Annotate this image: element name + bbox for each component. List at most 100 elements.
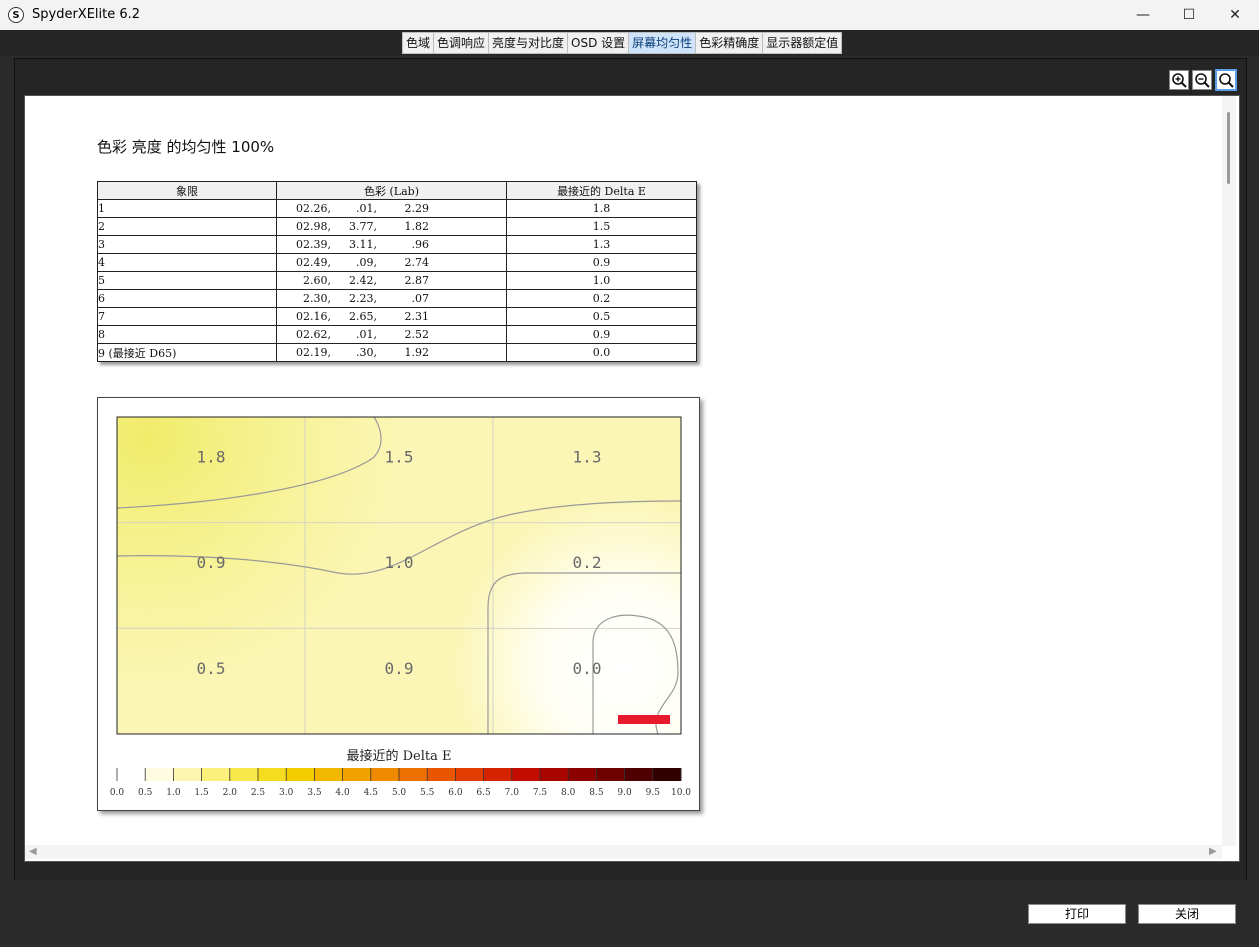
lab-component: .01, [356,202,377,215]
close-button[interactable]: 关闭 [1138,904,1236,924]
col-header-lab: 色彩 (Lab) [276,181,507,200]
lab-component: 2.23, [349,292,377,305]
tab-2[interactable]: 亮度与对比度 [489,33,569,53]
lab-table: 象限 色彩 (Lab) 最接近的 Delta E 1 02.26, .01, 2.29… [97,181,697,362]
table-header-row: 象限 色彩 (Lab) 最接近的 Delta E [97,181,697,200]
cell-value-label: 1.5 [385,447,414,466]
cell-value-label: 0.2 [573,553,602,572]
vertical-scroll-thumb[interactable] [1227,112,1230,184]
close-window-button[interactable]: ✕ [1212,0,1258,30]
scale-swatch [540,768,569,781]
lab-cell: 2.60, 2.42, 2.87 [276,271,507,290]
scale-swatch [455,768,485,781]
report-title: 色彩 亮度 的均匀性 100% [97,138,275,156]
tab-6[interactable]: 显示器额定值 [763,33,841,53]
scale-tick-label: 9.5 [646,788,661,798]
delta-e-cell: 0.9 [506,325,697,344]
zoom-fit-button[interactable] [1215,69,1237,91]
maximize-button[interactable]: ☐ [1166,0,1212,30]
vertical-scrollbar[interactable] [1222,96,1236,846]
delta-e-cell: 1.3 [506,235,697,254]
scale-tick-label: 2.5 [251,788,266,798]
lab-component: 02.19, [296,346,331,359]
quadrant-cell: 2 [97,217,277,236]
window-title: SpyderXElite 6.2 [32,7,141,22]
table-row: 8 02.62, .01, 2.52 0.9 [97,325,697,344]
scale-tick-label: 8.0 [561,788,576,798]
delta-e-cell: 1.8 [506,199,697,218]
lab-component: 2.87 [404,274,430,287]
col-header-quadrant: 象限 [97,181,277,200]
scale-label: 最接近的 Delta E [346,748,451,764]
scale-tick-label: 9.0 [617,788,632,798]
color-scale: 0.0 0.5 1.0 1.5 2.0 2.5 3.0 3.5 4.0 4.5 5.0 5.5 6.0 6… [110,768,691,798]
scale-tick-label: 1.0 [166,788,181,798]
report-page: 色彩 亮度 的均匀性 100% 象限 色彩 (Lab) 最接近的 Delta E… [24,95,1240,862]
tab-1[interactable]: 色调响应 [434,33,490,53]
uniformity-chart: 1.8 1.5 1.3 0.9 1.0 0.2 0.5 0.9 0.0 最接近的 Delta E… [97,397,700,811]
zoom-fit-icon [1219,73,1234,88]
lab-component: 2.29 [404,202,430,215]
reference-marker [618,715,670,724]
scale-tick-label: 6.5 [476,788,491,798]
scale-tick-label: 5.0 [392,788,407,798]
horizontal-scrollbar[interactable]: ◀ ▶ [25,845,1222,859]
lab-component: .96 [411,238,430,251]
scale-tick-label: 8.5 [589,788,604,798]
lab-component: 02.62, [296,328,331,341]
table-row: 9 (最接近 D65) 02.19, .30, 1.92 0.0 [97,343,697,362]
scale-swatch [511,768,541,781]
scale-swatch [201,768,231,781]
delta-e-cell: 0.0 [506,343,697,362]
quadrant-cell: 8 [97,325,277,344]
delta-e-cell: 0.9 [506,253,697,272]
scale-swatch [652,768,682,781]
lab-component: 1.82 [404,220,430,233]
zoom-in-button[interactable] [1169,70,1189,90]
scale-swatch [342,768,372,781]
minimize-button[interactable]: — [1120,0,1166,30]
quadrant-cell: 7 [97,307,277,326]
table-row: 3 02.39, 3.11, .96 1.3 [97,235,697,254]
zoom-out-icon [1195,73,1210,88]
scale-tick-label: 7.0 [505,788,520,798]
footer-bar: 打印 关闭 [0,880,1259,947]
tab-4[interactable]: 屏幕均匀性 [629,33,697,53]
scale-swatch [596,768,626,781]
scroll-left-icon[interactable]: ◀ [29,845,37,859]
tab-strip: 色域 色调响应 亮度与对比度 OSD 设置 屏幕均匀性 色彩精确度 显示器额定值 [402,32,843,54]
delta-e-cell: 0.2 [506,289,697,308]
scale-tick-label: 0.0 [110,788,125,798]
tab-5[interactable]: 色彩精确度 [696,33,764,53]
lab-component: 1.92 [404,346,430,359]
scale-tick-label: 4.0 [335,788,350,798]
table-row: 2 02.98, 3.77, 1.82 1.5 [97,217,697,236]
tab-3[interactable]: OSD 设置 [568,33,630,53]
cell-value-label: 0.5 [197,659,226,678]
zoom-out-button[interactable] [1192,70,1212,90]
lab-component: 3.11, [349,238,377,251]
scale-swatch [483,768,513,781]
table-row: 6 2.30, 2.23, .07 0.2 [97,289,697,308]
scroll-right-icon[interactable]: ▶ [1209,845,1217,859]
lab-component: 02.16, [296,310,331,323]
tab-0[interactable]: 色域 [403,33,435,53]
cell-value-label: 1.8 [197,447,226,466]
cell-value-label: 0.0 [573,659,602,678]
scale-swatch [173,768,203,781]
lab-component: 2.42, [349,274,377,287]
lab-cell: 2.30, 2.23, .07 [276,289,507,308]
quadrant-cell: 3 [97,235,277,254]
title-bar: S SpyderXElite 6.2 — ☐ ✕ [0,0,1259,31]
scale-tick-label: 3.0 [279,788,294,798]
lab-component: 2.30, [303,292,331,305]
scale-tick-label: 10.0 [671,788,691,798]
scale-swatch [258,768,287,781]
print-button[interactable]: 打印 [1028,904,1126,924]
uniformity-chart-svg: 1.8 1.5 1.3 0.9 1.0 0.2 0.5 0.9 0.0 最接近的 Delta E… [110,416,691,798]
quadrant-cell: 6 [97,289,277,308]
table-row: 7 02.16, 2.65, 2.31 0.5 [97,307,697,326]
lab-cell: 02.26, .01, 2.29 [276,199,507,218]
scale-tick-label: 1.5 [194,788,209,798]
scale-swatch [624,768,654,781]
